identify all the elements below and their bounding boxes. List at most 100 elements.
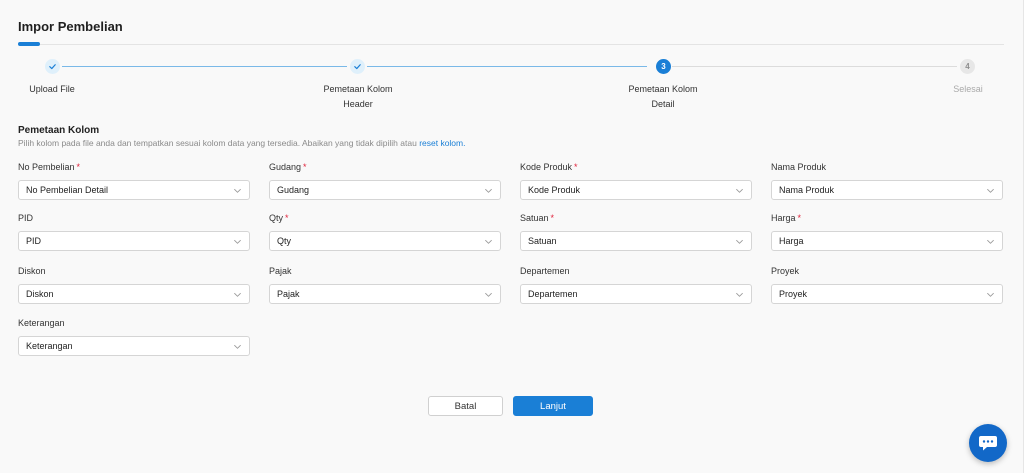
field-label-text: PID: [18, 213, 34, 223]
field-keterangan: Keterangan Keterangan: [18, 317, 250, 356]
field-departemen: Departemen Departemen: [520, 265, 752, 304]
page-title: Impor Pembelian: [18, 19, 123, 34]
step-1-label: Upload File: [12, 82, 92, 97]
gudang-select[interactable]: Gudang: [269, 180, 501, 200]
required-marker: *: [303, 162, 307, 172]
select-value: Nama Produk: [779, 185, 835, 195]
section-title: Pemetaan Kolom: [18, 125, 100, 136]
step-4-indicator: 4: [960, 59, 975, 74]
step-3-label: Pemetaan Kolom Detail: [613, 82, 713, 112]
field-label: Qty *: [269, 212, 501, 224]
kode-produk-select[interactable]: Kode Produk: [520, 180, 752, 200]
field-label-text: Pajak: [269, 266, 292, 276]
step-4-label: Selesai: [938, 82, 998, 97]
select-value: Kode Produk: [528, 185, 581, 195]
field-harga: Harga * Harga: [771, 212, 1003, 251]
keterangan-select[interactable]: Keterangan: [18, 336, 250, 356]
field-satuan: Satuan * Satuan: [520, 212, 752, 251]
step-connector-1: [62, 66, 347, 67]
no-pembelian-select[interactable]: No Pembelian Detail: [18, 180, 250, 200]
field-label: Kode Produk *: [520, 161, 752, 173]
field-nama-produk: Nama Produk Nama Produk: [771, 161, 1003, 200]
field-proyek: Proyek Proyek: [771, 265, 1003, 304]
required-marker: *: [285, 213, 289, 223]
required-marker: *: [76, 162, 81, 172]
select-value: Qty: [277, 236, 292, 246]
step-3-indicator: 3: [656, 59, 671, 74]
select-value: Gudang: [277, 185, 310, 195]
field-label-text: Keterangan: [18, 318, 65, 328]
step-2-indicator: [350, 59, 365, 74]
chevron-down-icon: [736, 292, 743, 297]
field-kode-produk: Kode Produk * Kode Produk: [520, 161, 752, 200]
select-value: PID: [26, 236, 42, 246]
pajak-select[interactable]: Pajak: [269, 284, 501, 304]
departemen-select[interactable]: Departemen: [520, 284, 752, 304]
step-connector-3: [672, 66, 957, 67]
chevron-down-icon: [736, 239, 743, 244]
field-label-text: Satuan: [520, 213, 549, 223]
required-marker: *: [797, 213, 802, 223]
field-label-text: Departemen: [520, 266, 570, 276]
select-value: Pajak: [277, 289, 300, 299]
step-2-label-line2: Header: [343, 99, 373, 109]
field-label: Satuan *: [520, 212, 752, 224]
chevron-down-icon: [736, 188, 743, 193]
field-label: Diskon: [18, 265, 250, 277]
field-label-text: No Pembelian: [18, 162, 75, 172]
step-1-label-line1: Upload File: [29, 84, 75, 94]
chat-bubble-icon: [979, 436, 997, 451]
title-divider: [40, 44, 1004, 45]
chevron-down-icon: [987, 292, 994, 297]
nama-produk-select[interactable]: Nama Produk: [771, 180, 1003, 200]
step-4-label-line1: Selesai: [953, 84, 983, 94]
select-value: Harga: [779, 236, 804, 246]
proyek-select[interactable]: Proyek: [771, 284, 1003, 304]
harga-select[interactable]: Harga: [771, 231, 1003, 251]
field-gudang: Gudang * Gudang: [269, 161, 501, 200]
chevron-down-icon: [234, 344, 241, 349]
field-label: Nama Produk: [771, 161, 1003, 173]
step-3-label-line1: Pemetaan Kolom: [628, 84, 698, 94]
step-2-label-line1: Pemetaan Kolom: [323, 84, 393, 94]
chevron-down-icon: [987, 188, 994, 193]
field-label: Departemen: [520, 265, 752, 277]
field-label: Gudang *: [269, 161, 501, 173]
step-3-label-line2: Detail: [651, 99, 675, 109]
field-label-text: Kode Produk: [520, 162, 573, 172]
field-label-text: Nama Produk: [771, 162, 827, 172]
check-icon: [49, 64, 56, 70]
select-value: Keterangan: [26, 341, 73, 351]
reset-columns-link[interactable]: reset kolom.: [419, 138, 465, 148]
satuan-select[interactable]: Satuan: [520, 231, 752, 251]
qty-select[interactable]: Qty: [269, 231, 501, 251]
select-value: No Pembelian Detail: [26, 185, 109, 195]
field-label-text: Proyek: [771, 266, 800, 276]
cancel-button[interactable]: Batal: [428, 396, 503, 416]
pid-select[interactable]: PID: [18, 231, 250, 251]
field-pid: PID PID: [18, 212, 250, 251]
chevron-down-icon: [485, 239, 492, 244]
step-2-label: Pemetaan Kolom Header: [308, 82, 408, 112]
select-value: Satuan: [528, 236, 557, 246]
field-label: No Pembelian *: [18, 161, 250, 173]
field-label-text: Diskon: [18, 266, 46, 276]
field-no-pembelian: No Pembelian * No Pembelian Detail: [18, 161, 250, 200]
chevron-down-icon: [234, 188, 241, 193]
field-qty: Qty * Qty: [269, 212, 501, 251]
field-label-text: Gudang: [269, 162, 302, 172]
select-value: Diskon: [26, 289, 54, 299]
diskon-select[interactable]: Diskon: [18, 284, 250, 304]
import-page: Impor Pembelian 3 4 Upload File Pemetaan…: [0, 0, 1024, 473]
section-description-text: Pilih kolom pada file anda dan tempatkan…: [18, 138, 417, 148]
required-marker: *: [550, 213, 555, 223]
field-diskon: Diskon Diskon: [18, 265, 250, 304]
field-label: PID: [18, 212, 250, 224]
step-1-indicator: [45, 59, 60, 74]
chevron-down-icon: [987, 239, 994, 244]
chat-button[interactable]: [969, 424, 1007, 462]
field-label: Keterangan: [18, 317, 250, 329]
field-label-text: Qty: [269, 213, 284, 223]
field-label: Proyek: [771, 265, 1003, 277]
next-button[interactable]: Lanjut: [513, 396, 593, 416]
